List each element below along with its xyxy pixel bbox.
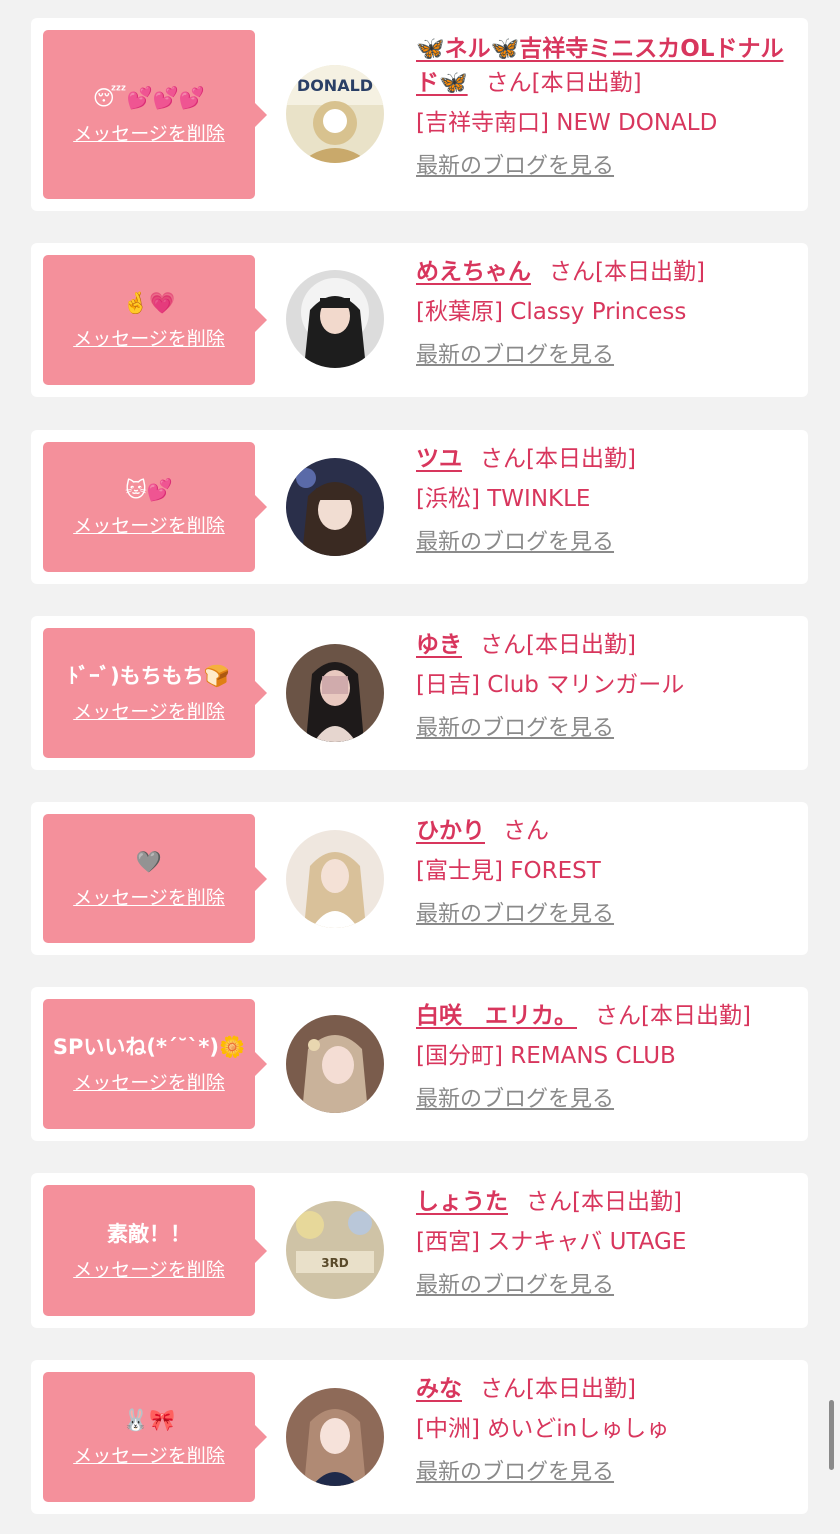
avatar[interactable] xyxy=(286,458,384,556)
shop-name: [吉祥寺南口] NEW DONALD xyxy=(416,110,718,136)
avatar[interactable] xyxy=(286,1388,384,1486)
cast-info: みな さん[本日出勤] [中洲] めいどinしゅしゅ 最新のブログを見る xyxy=(416,1372,796,1488)
shop-name: [浜松] TWINKLE xyxy=(416,486,591,512)
list-item: 🩶 メッセージを削除 ひかり さん [富士見] FOREST 最新のブログを見る xyxy=(31,802,808,955)
shop-name: [西宮] スナキャバ UTAGE xyxy=(416,1229,687,1255)
delete-message-link[interactable]: メッセージを削除 xyxy=(73,700,225,724)
san-label: さん[本日出勤] xyxy=(485,70,642,96)
message-bubble: 😴💕💕💕 メッセージを削除 xyxy=(43,30,267,199)
san-label: さん[本日出勤] xyxy=(526,1189,682,1215)
latest-blog-link[interactable]: 最新のブログを見る xyxy=(416,900,614,930)
message-text: 🐰🎀 xyxy=(122,1408,176,1432)
list-item: 🤞💗 メッセージを削除 めえちゃん さん[本日出勤] [秋葉原] Classy P… xyxy=(31,243,808,397)
avatar[interactable] xyxy=(286,1015,384,1113)
list-item: 🐰🎀 メッセージを削除 みな さん[本日出勤] [中洲] めいどinしゅしゅ 最新… xyxy=(31,1360,808,1514)
profile-photo-icon xyxy=(286,458,384,556)
list-item: 😴💕💕💕 メッセージを削除 DONALD 🦋ネル🦋吉祥寺ミニスカOLドナルド🦋 さ… xyxy=(31,18,808,211)
message-text: 🩶 xyxy=(135,849,163,874)
message-text: 素敵！！ xyxy=(107,1221,191,1246)
avatar[interactable]: DONALD xyxy=(286,65,384,163)
message-text: ﾄﾞｰﾞ)もちもち🍞 xyxy=(68,664,230,688)
cast-name-link[interactable]: しょうた xyxy=(416,1189,508,1215)
delete-message-link[interactable]: メッセージを削除 xyxy=(73,514,225,538)
message-text: 🤞💗 xyxy=(122,291,176,315)
latest-blog-link[interactable]: 最新のブログを見る xyxy=(416,1271,614,1301)
latest-blog-link[interactable]: 最新のブログを見る xyxy=(416,528,614,558)
cast-name-link[interactable]: みな xyxy=(416,1376,462,1402)
list-item: 素敵！！ メッセージを削除 3RD しょうた さん[本日出勤] [西宮] スナキャ… xyxy=(31,1173,808,1328)
status-badge: [本日出勤] xyxy=(595,259,705,285)
profile-photo-icon: 3RD xyxy=(286,1201,384,1299)
shop-name: [日吉] Club マリンガール xyxy=(416,672,685,698)
profile-photo-icon xyxy=(286,1388,384,1486)
svg-text:3RD: 3RD xyxy=(321,1256,349,1270)
delete-message-link[interactable]: メッセージを削除 xyxy=(73,886,225,910)
latest-blog-link[interactable]: 最新のブログを見る xyxy=(416,152,614,182)
san-label: さん[本日出勤] xyxy=(595,1003,751,1029)
profile-photo-icon: DONALD xyxy=(286,65,384,163)
scrollbar[interactable] xyxy=(829,1400,834,1470)
avatar[interactable] xyxy=(286,270,384,368)
delete-message-link[interactable]: メッセージを削除 xyxy=(73,122,225,146)
message-text: SPいいね(*´˘`*)🌼 xyxy=(52,1035,246,1059)
cast-info: めえちゃん さん[本日出勤] [秋葉原] Classy Princess 最新のブ… xyxy=(416,255,796,371)
delete-message-link[interactable]: メッセージを削除 xyxy=(73,1444,225,1468)
message-bubble: SPいいね(*´˘`*)🌼 メッセージを削除 xyxy=(43,999,267,1129)
list-item: SPいいね(*´˘`*)🌼 メッセージを削除 白咲 エリカ。 さん[本日出勤] [… xyxy=(31,987,808,1141)
san-label: さん[本日出勤] xyxy=(549,259,705,285)
message-text: 🐱💕 xyxy=(124,478,174,502)
status-badge: [本日出勤] xyxy=(526,1376,636,1402)
cast-name-link[interactable]: ゆき xyxy=(416,632,462,658)
san-label: さん[本日出勤] xyxy=(480,632,636,658)
delete-message-link[interactable]: メッセージを削除 xyxy=(73,1071,225,1095)
profile-photo-icon xyxy=(286,644,384,742)
shop-name: [秋葉原] Classy Princess xyxy=(416,299,687,325)
shop-name: [富士見] FOREST xyxy=(416,858,601,884)
latest-blog-link[interactable]: 最新のブログを見る xyxy=(416,1085,614,1115)
svg-text:DONALD: DONALD xyxy=(297,76,373,95)
san-label: さん[本日出勤] xyxy=(480,446,636,472)
message-bubble: 🐰🎀 メッセージを削除 xyxy=(43,1372,267,1502)
shop-name: [国分町] REMANS CLUB xyxy=(416,1043,676,1069)
message-bubble: 🩶 メッセージを削除 xyxy=(43,814,267,943)
latest-blog-link[interactable]: 最新のブログを見る xyxy=(416,1458,614,1488)
status-badge: [本日出勤] xyxy=(526,632,636,658)
cast-info: しょうた さん[本日出勤] [西宮] スナキャバ UTAGE 最新のブログを見る xyxy=(416,1185,796,1301)
latest-blog-link[interactable]: 最新のブログを見る xyxy=(416,341,614,371)
list-item: 🐱💕 メッセージを削除 ツユ さん[本日出勤] [浜松] TWINKLE 最新のブ… xyxy=(31,430,808,584)
cast-name-link[interactable]: ツユ xyxy=(416,446,462,472)
status-badge: [本日出勤] xyxy=(572,1189,682,1215)
avatar[interactable] xyxy=(286,830,384,928)
cast-info: 🦋ネル🦋吉祥寺ミニスカOLドナルド🦋 さん[本日出勤] [吉祥寺南口] NEW D… xyxy=(416,32,796,182)
status-badge: [本日出勤] xyxy=(531,70,642,96)
profile-photo-icon xyxy=(286,270,384,368)
cast-info: ひかり さん [富士見] FOREST 最新のブログを見る xyxy=(416,814,796,930)
shop-name: [中洲] めいどinしゅしゅ xyxy=(416,1416,670,1442)
status-badge: [本日出勤] xyxy=(641,1003,751,1029)
cast-name-link[interactable]: ひかり xyxy=(416,818,485,844)
avatar[interactable]: 3RD xyxy=(286,1201,384,1299)
message-text: 😴💕💕💕 xyxy=(92,85,206,110)
cast-name-link[interactable]: めえちゃん xyxy=(416,259,531,285)
latest-blog-link[interactable]: 最新のブログを見る xyxy=(416,714,614,744)
delete-message-link[interactable]: メッセージを削除 xyxy=(73,327,225,351)
cast-info: 白咲 エリカ。 さん[本日出勤] [国分町] REMANS CLUB 最新のブログ… xyxy=(416,999,796,1115)
status-badge: [本日出勤] xyxy=(526,446,636,472)
profile-photo-icon xyxy=(286,1015,384,1113)
delete-message-link[interactable]: メッセージを削除 xyxy=(73,1258,225,1282)
profile-photo-icon xyxy=(286,830,384,928)
cast-info: ゆき さん[本日出勤] [日吉] Club マリンガール 最新のブログを見る xyxy=(416,628,796,744)
san-label: さん xyxy=(503,818,549,844)
list-item: ﾄﾞｰﾞ)もちもち🍞 メッセージを削除 ゆき さん[本日出勤] [日吉] Club… xyxy=(31,616,808,770)
avatar[interactable] xyxy=(286,644,384,742)
cast-info: ツユ さん[本日出勤] [浜松] TWINKLE 最新のブログを見る xyxy=(416,442,796,558)
cast-name-link[interactable]: 白咲 エリカ。 xyxy=(416,1003,577,1029)
message-bubble: 素敵！！ メッセージを削除 xyxy=(43,1185,267,1316)
message-bubble: ﾄﾞｰﾞ)もちもち🍞 メッセージを削除 xyxy=(43,628,267,758)
san-label: さん[本日出勤] xyxy=(480,1376,636,1402)
message-bubble: 🐱💕 メッセージを削除 xyxy=(43,442,267,572)
message-bubble: 🤞💗 メッセージを削除 xyxy=(43,255,267,385)
